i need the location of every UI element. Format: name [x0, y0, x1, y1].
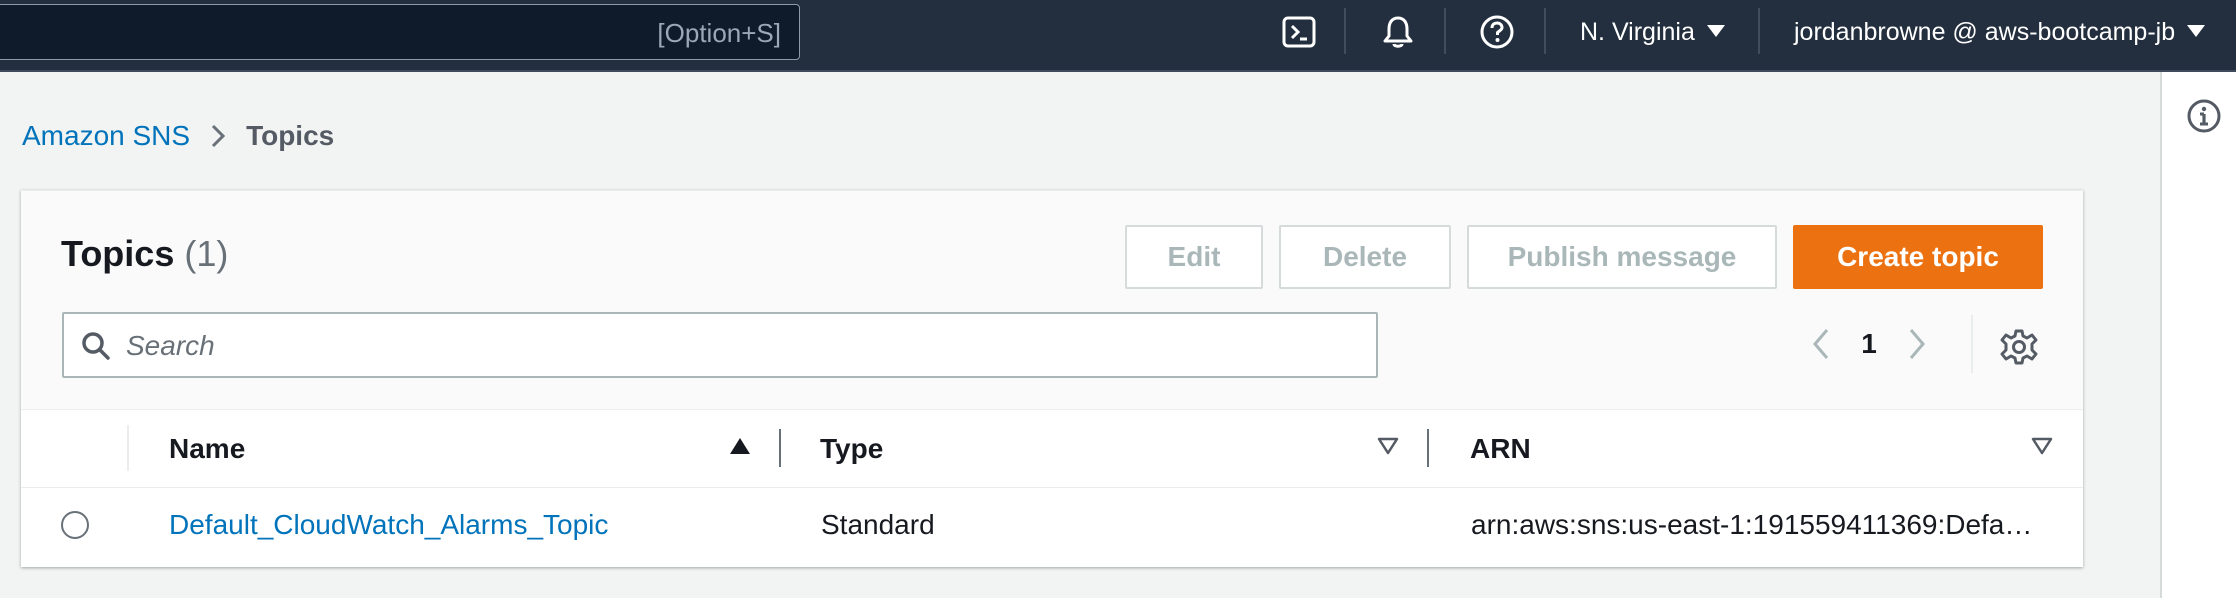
previous-page-icon[interactable] — [1801, 319, 1841, 369]
column-divider[interactable] — [779, 429, 781, 467]
edit-button[interactable]: Edit — [1125, 225, 1263, 289]
nav-divider — [1758, 8, 1760, 54]
table-row: Default_CloudWatch_Alarms_Topic Standard… — [21, 487, 2083, 567]
nav-divider — [1344, 8, 1346, 54]
tools-rail — [2160, 72, 2236, 598]
info-icon[interactable] — [2186, 98, 2222, 134]
chevron-right-icon — [208, 122, 228, 150]
column-header-name[interactable]: Name — [169, 433, 245, 465]
breadcrumb: Amazon SNS Topics — [22, 120, 334, 152]
settings-gear-icon[interactable] — [1999, 327, 2039, 367]
table-header: Name Type ARN — [21, 409, 2083, 488]
cloudshell-icon[interactable] — [1279, 12, 1319, 52]
topic-type: Standard — [821, 509, 935, 540]
pagination-divider — [1971, 315, 1973, 373]
region-label: N. Virginia — [1580, 18, 1695, 46]
sort-ascending-icon[interactable] — [729, 437, 751, 460]
topics-panel: Topics (1) Edit Delete Publish message Cr… — [21, 190, 2083, 567]
top-navigation-bar: [Option+S] N. Virginia jordanbrowne @ aw… — [0, 0, 2236, 72]
publish-message-button[interactable]: Publish message — [1467, 225, 1777, 289]
column-divider[interactable] — [1427, 429, 1429, 467]
row-select-radio[interactable] — [61, 511, 89, 539]
breadcrumb-amazon-sns[interactable]: Amazon SNS — [22, 120, 190, 152]
breadcrumb-current: Topics — [246, 120, 335, 151]
search-field[interactable] — [62, 312, 1378, 378]
pagination: 1 — [1801, 319, 1937, 369]
delete-button[interactable]: Delete — [1279, 225, 1451, 289]
sort-descending-icon[interactable] — [2031, 437, 2053, 460]
bell-icon[interactable] — [1378, 12, 1418, 52]
panel-header: Topics (1) Edit Delete Publish message Cr… — [21, 191, 2083, 410]
global-search-input[interactable]: [Option+S] — [0, 4, 800, 60]
search-shortcut-hint: [Option+S] — [657, 18, 781, 48]
caret-down-icon — [2187, 25, 2206, 38]
column-header-type[interactable]: Type — [820, 433, 883, 465]
account-label: jordanbrowne @ aws-bootcamp-jb — [1794, 18, 2176, 46]
help-icon[interactable] — [1477, 12, 1517, 52]
column-header-arn[interactable]: ARN — [1470, 433, 1531, 465]
topic-arn: arn:aws:sns:us-east-1:191559411369:Defa… — [1471, 509, 2033, 540]
nav-divider — [1444, 8, 1446, 54]
sort-descending-icon[interactable] — [1377, 437, 1399, 460]
topic-count: (1) — [184, 233, 229, 274]
panel-title-text: Topics — [61, 233, 175, 274]
current-page-number[interactable]: 1 — [1841, 328, 1897, 360]
search-icon — [82, 332, 110, 360]
column-divider — [127, 425, 129, 471]
nav-divider — [1544, 8, 1546, 54]
page-title: Topics (1) — [61, 233, 228, 275]
region-selector[interactable]: N. Virginia — [1580, 18, 1725, 47]
account-menu[interactable]: jordanbrowne @ aws-bootcamp-jb — [1794, 18, 2206, 47]
topic-name-link[interactable]: Default_CloudWatch_Alarms_Topic — [169, 509, 608, 541]
next-page-icon[interactable] — [1897, 319, 1937, 369]
caret-down-icon — [1706, 25, 1725, 38]
create-topic-button[interactable]: Create topic — [1793, 225, 2043, 289]
search-input[interactable] — [124, 322, 1358, 370]
